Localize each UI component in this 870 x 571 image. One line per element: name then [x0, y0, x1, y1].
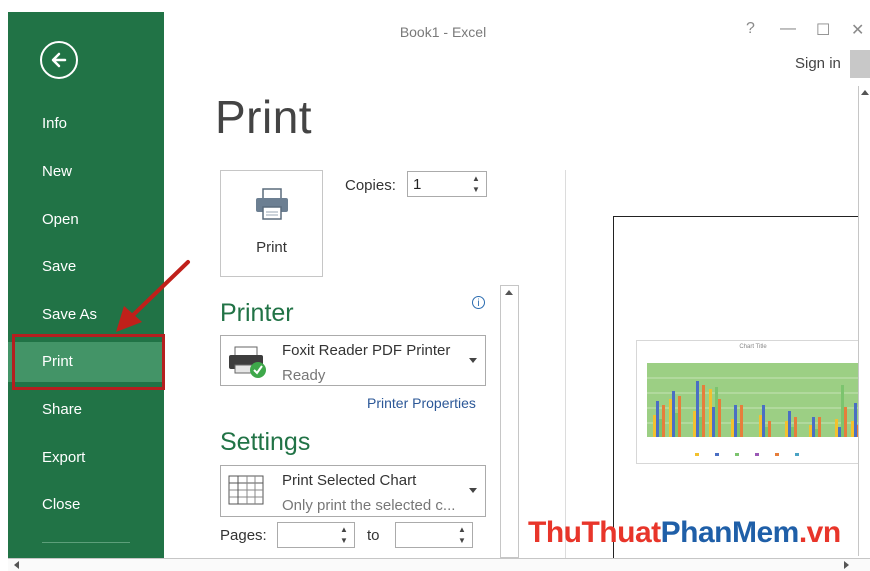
chevron-down-icon	[469, 488, 477, 493]
sidebar-item-close[interactable]: Close	[8, 485, 164, 525]
copies-label: Copies:	[345, 177, 396, 194]
printer-ready-icon	[229, 346, 266, 378]
scroll-right-icon[interactable]	[844, 561, 849, 569]
copies-value: 1	[413, 176, 422, 193]
chart-legend	[695, 453, 799, 456]
chart-preview: Chart Title	[636, 340, 870, 464]
avatar[interactable]	[850, 50, 870, 78]
sidebar-item-export[interactable]: Export	[8, 438, 164, 478]
scroll-up-icon[interactable]	[861, 90, 869, 95]
spin-down-icon[interactable]: ▼	[470, 185, 482, 195]
chart-thumbnail	[647, 363, 861, 456]
sheet-grid-icon	[228, 475, 264, 505]
pages-label: Pages:	[220, 527, 267, 544]
printer-status: Ready	[282, 367, 326, 384]
print-highlight-box	[12, 334, 165, 390]
print-what-dropdown[interactable]: Print Selected Chart Only print the sele…	[220, 465, 486, 517]
pane-divider	[565, 170, 566, 558]
to-label: to	[367, 527, 380, 544]
setting-sub-label: Only print the selected c...	[282, 497, 456, 514]
watermark-logo: ThuThuatPhanMem.vn	[528, 516, 841, 549]
pages-to-input[interactable]: ▲ ▼	[395, 522, 473, 548]
help-icon[interactable]: ?	[746, 20, 755, 38]
spin-up-icon[interactable]: ▲	[456, 525, 468, 535]
minimize-icon[interactable]: —	[780, 20, 796, 38]
scroll-up-icon[interactable]	[505, 290, 513, 295]
spin-up-icon[interactable]: ▲	[470, 174, 482, 184]
sidebar-item-share[interactable]: Share	[8, 390, 164, 430]
printer-heading: Printer	[220, 299, 294, 327]
window-title: Book1 - Excel	[399, 24, 487, 40]
page-title: Print	[215, 91, 313, 143]
preview-scrollbar[interactable]	[858, 86, 870, 556]
sign-in-link[interactable]: Sign in	[795, 55, 841, 72]
spin-up-icon[interactable]: ▲	[338, 525, 350, 535]
scroll-left-icon[interactable]	[14, 561, 19, 569]
horizontal-scrollbar[interactable]	[8, 558, 870, 571]
settings-scrollbar[interactable]	[500, 285, 519, 558]
spin-down-icon[interactable]: ▼	[338, 536, 350, 546]
print-button[interactable]: Print	[220, 170, 323, 277]
info-icon[interactable]: i	[472, 296, 485, 309]
maximize-icon[interactable]: ☐	[816, 20, 830, 40]
print-button-label: Print	[256, 239, 287, 256]
sidebar-item-info[interactable]: Info	[8, 104, 164, 144]
spin-down-icon[interactable]: ▼	[456, 536, 468, 546]
excel-window: Info New Open Save Save As Print Share E…	[8, 12, 870, 571]
annotation-arrow-icon	[116, 260, 190, 332]
printer-properties-link[interactable]: Printer Properties	[367, 395, 476, 411]
setting-main-label: Print Selected Chart	[282, 472, 417, 489]
pages-from-input[interactable]: ▲ ▼	[277, 522, 355, 548]
sidebar-item-new[interactable]: New	[8, 152, 164, 192]
copies-stepper[interactable]: 1 ▲ ▼	[407, 171, 487, 197]
back-arrow-icon	[51, 52, 67, 68]
sidebar-divider	[42, 542, 130, 543]
back-button[interactable]	[40, 41, 78, 79]
printer-icon	[256, 188, 288, 220]
chevron-down-icon	[469, 358, 477, 363]
close-icon[interactable]: ✕	[851, 20, 864, 40]
settings-heading: Settings	[220, 428, 311, 456]
printer-dropdown[interactable]: Foxit Reader PDF Printer Ready	[220, 335, 486, 386]
printer-name: Foxit Reader PDF Printer	[282, 342, 451, 359]
sidebar-item-open[interactable]: Open	[8, 200, 164, 240]
